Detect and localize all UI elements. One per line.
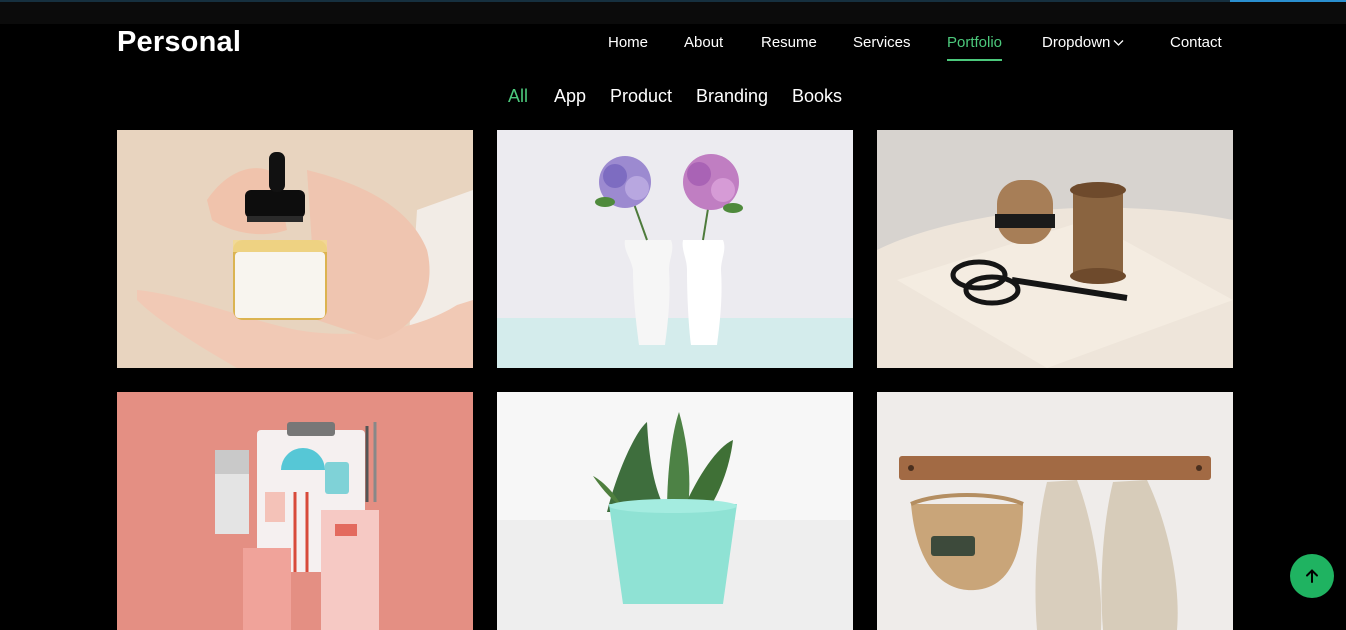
filter-books[interactable]: Books [792, 86, 842, 107]
filter-all[interactable]: All [508, 86, 528, 107]
portfolio-item[interactable] [117, 392, 473, 630]
portfolio-item[interactable] [497, 130, 853, 368]
back-to-top-button[interactable] [1290, 554, 1334, 598]
hand-holding-dropper-bottle-image [117, 130, 473, 368]
nav-contact[interactable]: Contact [1170, 34, 1222, 51]
header-bar [0, 2, 1346, 24]
portfolio-item[interactable] [117, 130, 473, 368]
filter-app[interactable]: App [554, 86, 586, 107]
portfolio-item[interactable] [497, 392, 853, 630]
nav-dropdown[interactable]: Dropdown [1042, 34, 1124, 51]
nav-services[interactable]: Services [853, 34, 911, 51]
nav-resume[interactable]: Resume [761, 34, 817, 51]
filter-branding[interactable]: Branding [696, 86, 768, 107]
towels-and-basket-on-hooks-image [877, 392, 1233, 630]
nav-dropdown-label: Dropdown [1042, 34, 1111, 51]
nav-portfolio[interactable]: Portfolio [947, 34, 1003, 61]
filter-product[interactable]: Product [610, 86, 672, 107]
chevron-down-icon [1113, 40, 1124, 46]
white-vases-with-hydrangeas-image [497, 130, 853, 368]
portfolio-filters: All App Product Branding Books [0, 86, 1346, 110]
nav-about[interactable]: About [684, 34, 723, 51]
succulent-in-mint-pot-image [497, 392, 853, 630]
portfolio-item[interactable] [877, 392, 1233, 630]
stationery-flatlay-pink-image [117, 392, 473, 630]
nav-home[interactable]: Home [608, 34, 648, 51]
portfolio-item[interactable] [877, 130, 1233, 368]
arrow-up-icon [1306, 569, 1318, 583]
main-nav: Home About Resume Services Portfolio Dro… [0, 34, 1346, 64]
twine-spools-scissors-book-image [877, 130, 1233, 368]
